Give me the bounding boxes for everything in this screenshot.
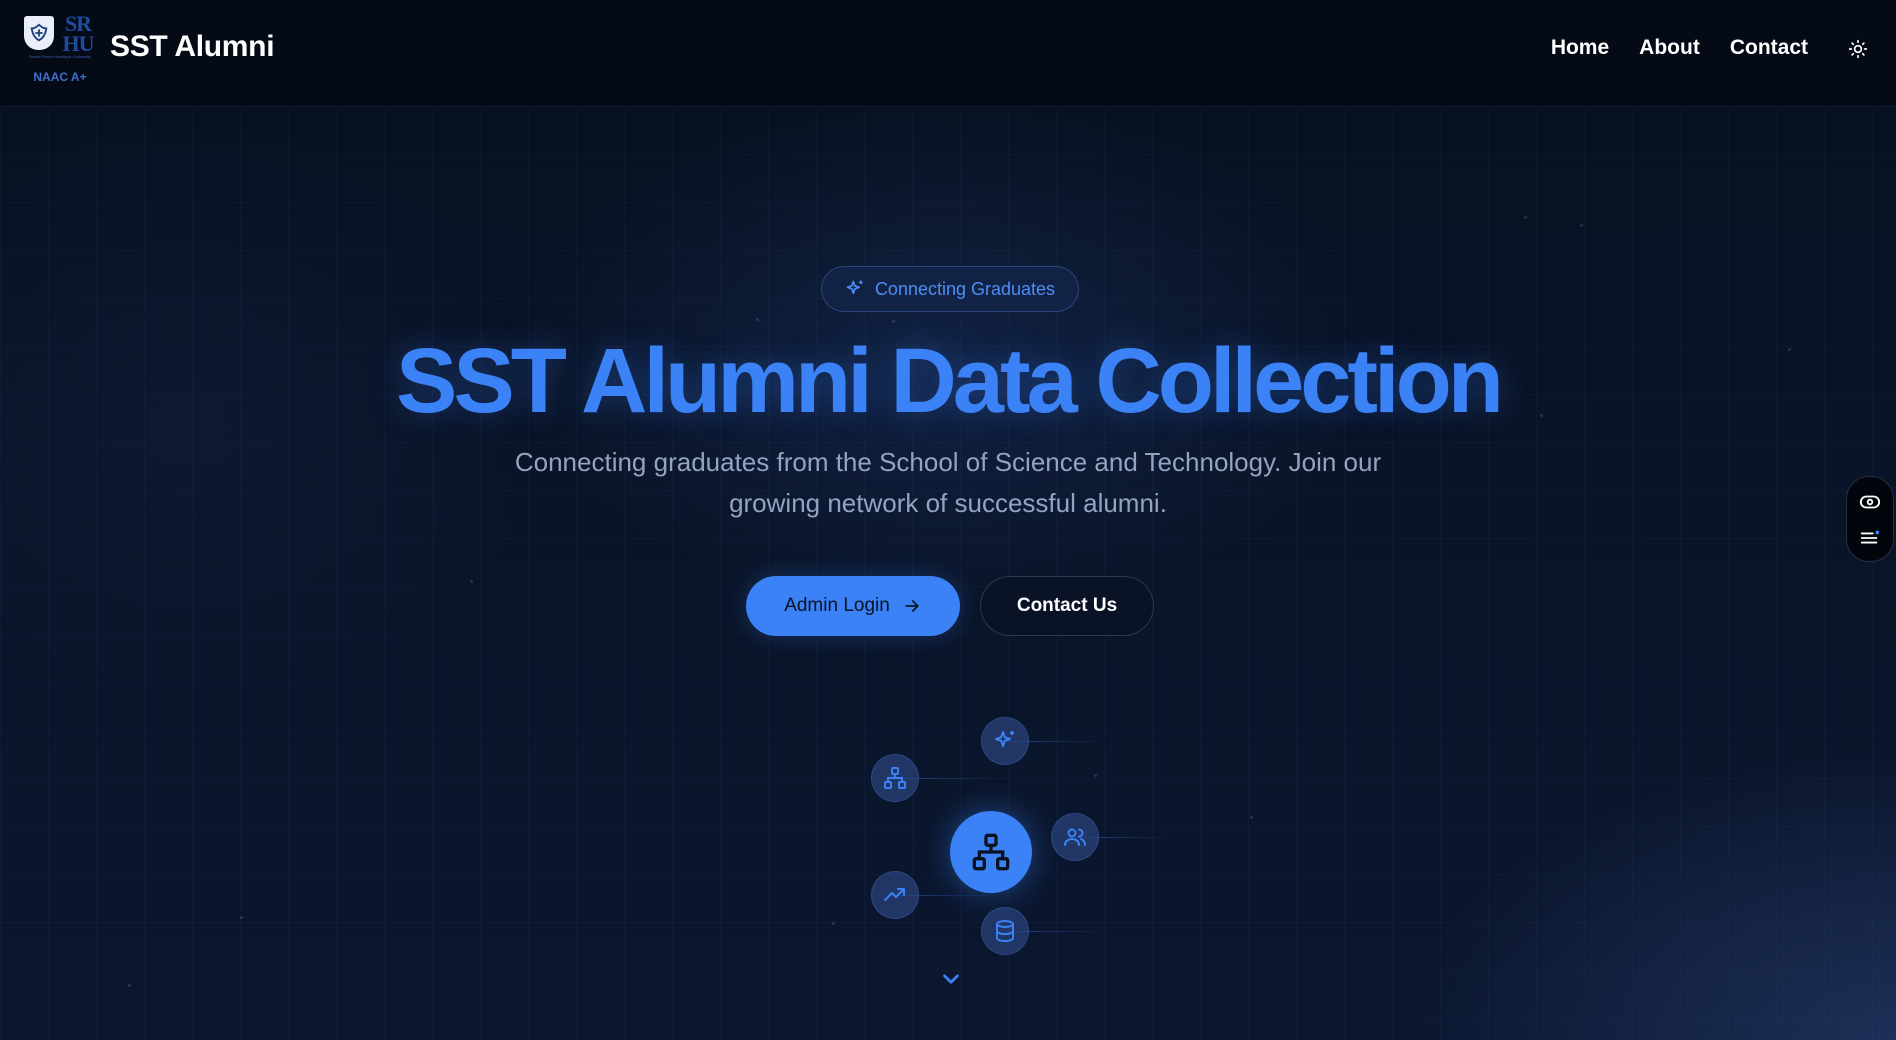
decor-dot — [470, 580, 473, 583]
theme-toggle-button[interactable] — [1846, 37, 1870, 61]
node-trending — [871, 871, 919, 919]
network-icon — [972, 833, 1010, 871]
hero-title: SST Alumni Data Collection — [395, 330, 1504, 432]
central-network-node — [950, 811, 1032, 893]
logo-tagline: Swami Rama Himalayan University — [28, 54, 92, 59]
sparkles-icon — [846, 280, 863, 294]
brand-name[interactable]: SST Alumni — [110, 30, 275, 64]
background-grid — [0, 106, 1896, 1040]
decor-dot — [892, 320, 895, 323]
decor-dot — [832, 922, 835, 925]
university-logo[interactable]: SR HU Swami Rama Himalayan University NA… — [22, 11, 98, 86]
sparkles-icon — [995, 731, 1014, 747]
users-icon — [1064, 828, 1086, 846]
arrow-right-icon — [905, 600, 919, 612]
node-users — [1051, 813, 1099, 861]
chevron-down-icon[interactable] — [938, 966, 964, 992]
logo-letters: SR HU — [62, 11, 95, 56]
badge-label: Connecting Graduates — [874, 278, 1056, 299]
sun-icon — [1848, 39, 1868, 59]
top-navbar: SR HU Swami Rama Himalayan University NA… — [0, 0, 1896, 106]
decor-dot — [1094, 774, 1097, 777]
decor-dot — [240, 916, 243, 919]
decor-dot — [1250, 816, 1253, 819]
node-database — [981, 907, 1029, 955]
decor-dot — [756, 318, 759, 321]
database-icon — [996, 920, 1014, 943]
network-icon — [884, 767, 906, 789]
eye-icon[interactable] — [1859, 491, 1881, 513]
hero-badge: Connecting Graduates — [821, 266, 1079, 312]
trending-up-icon — [884, 888, 905, 901]
decor-dot — [128, 984, 131, 987]
page: SR HU Swami Rama Himalayan University NA… — [0, 0, 1896, 1040]
floating-side-widget — [1846, 476, 1894, 562]
nav-about[interactable]: About — [1639, 36, 1700, 60]
main-nav: Home About Contact — [1551, 36, 1808, 60]
admin-login-button[interactable]: Admin Login — [746, 576, 960, 636]
node-sparkles — [981, 717, 1029, 765]
nav-home[interactable]: Home — [1551, 36, 1609, 60]
decor-dot — [1524, 216, 1527, 219]
admin-login-label: Admin Login — [784, 595, 890, 616]
decor-dot — [1580, 224, 1583, 227]
naac-badge: NAAC A+ — [33, 70, 87, 84]
contact-us-button[interactable]: Contact Us — [980, 576, 1154, 636]
menu-icon[interactable] — [1859, 527, 1881, 549]
shield-icon — [24, 16, 54, 50]
hero-subtitle: Connecting graduates from the School of … — [514, 447, 1382, 518]
node-network — [871, 754, 919, 802]
nav-contact[interactable]: Contact — [1730, 36, 1808, 60]
